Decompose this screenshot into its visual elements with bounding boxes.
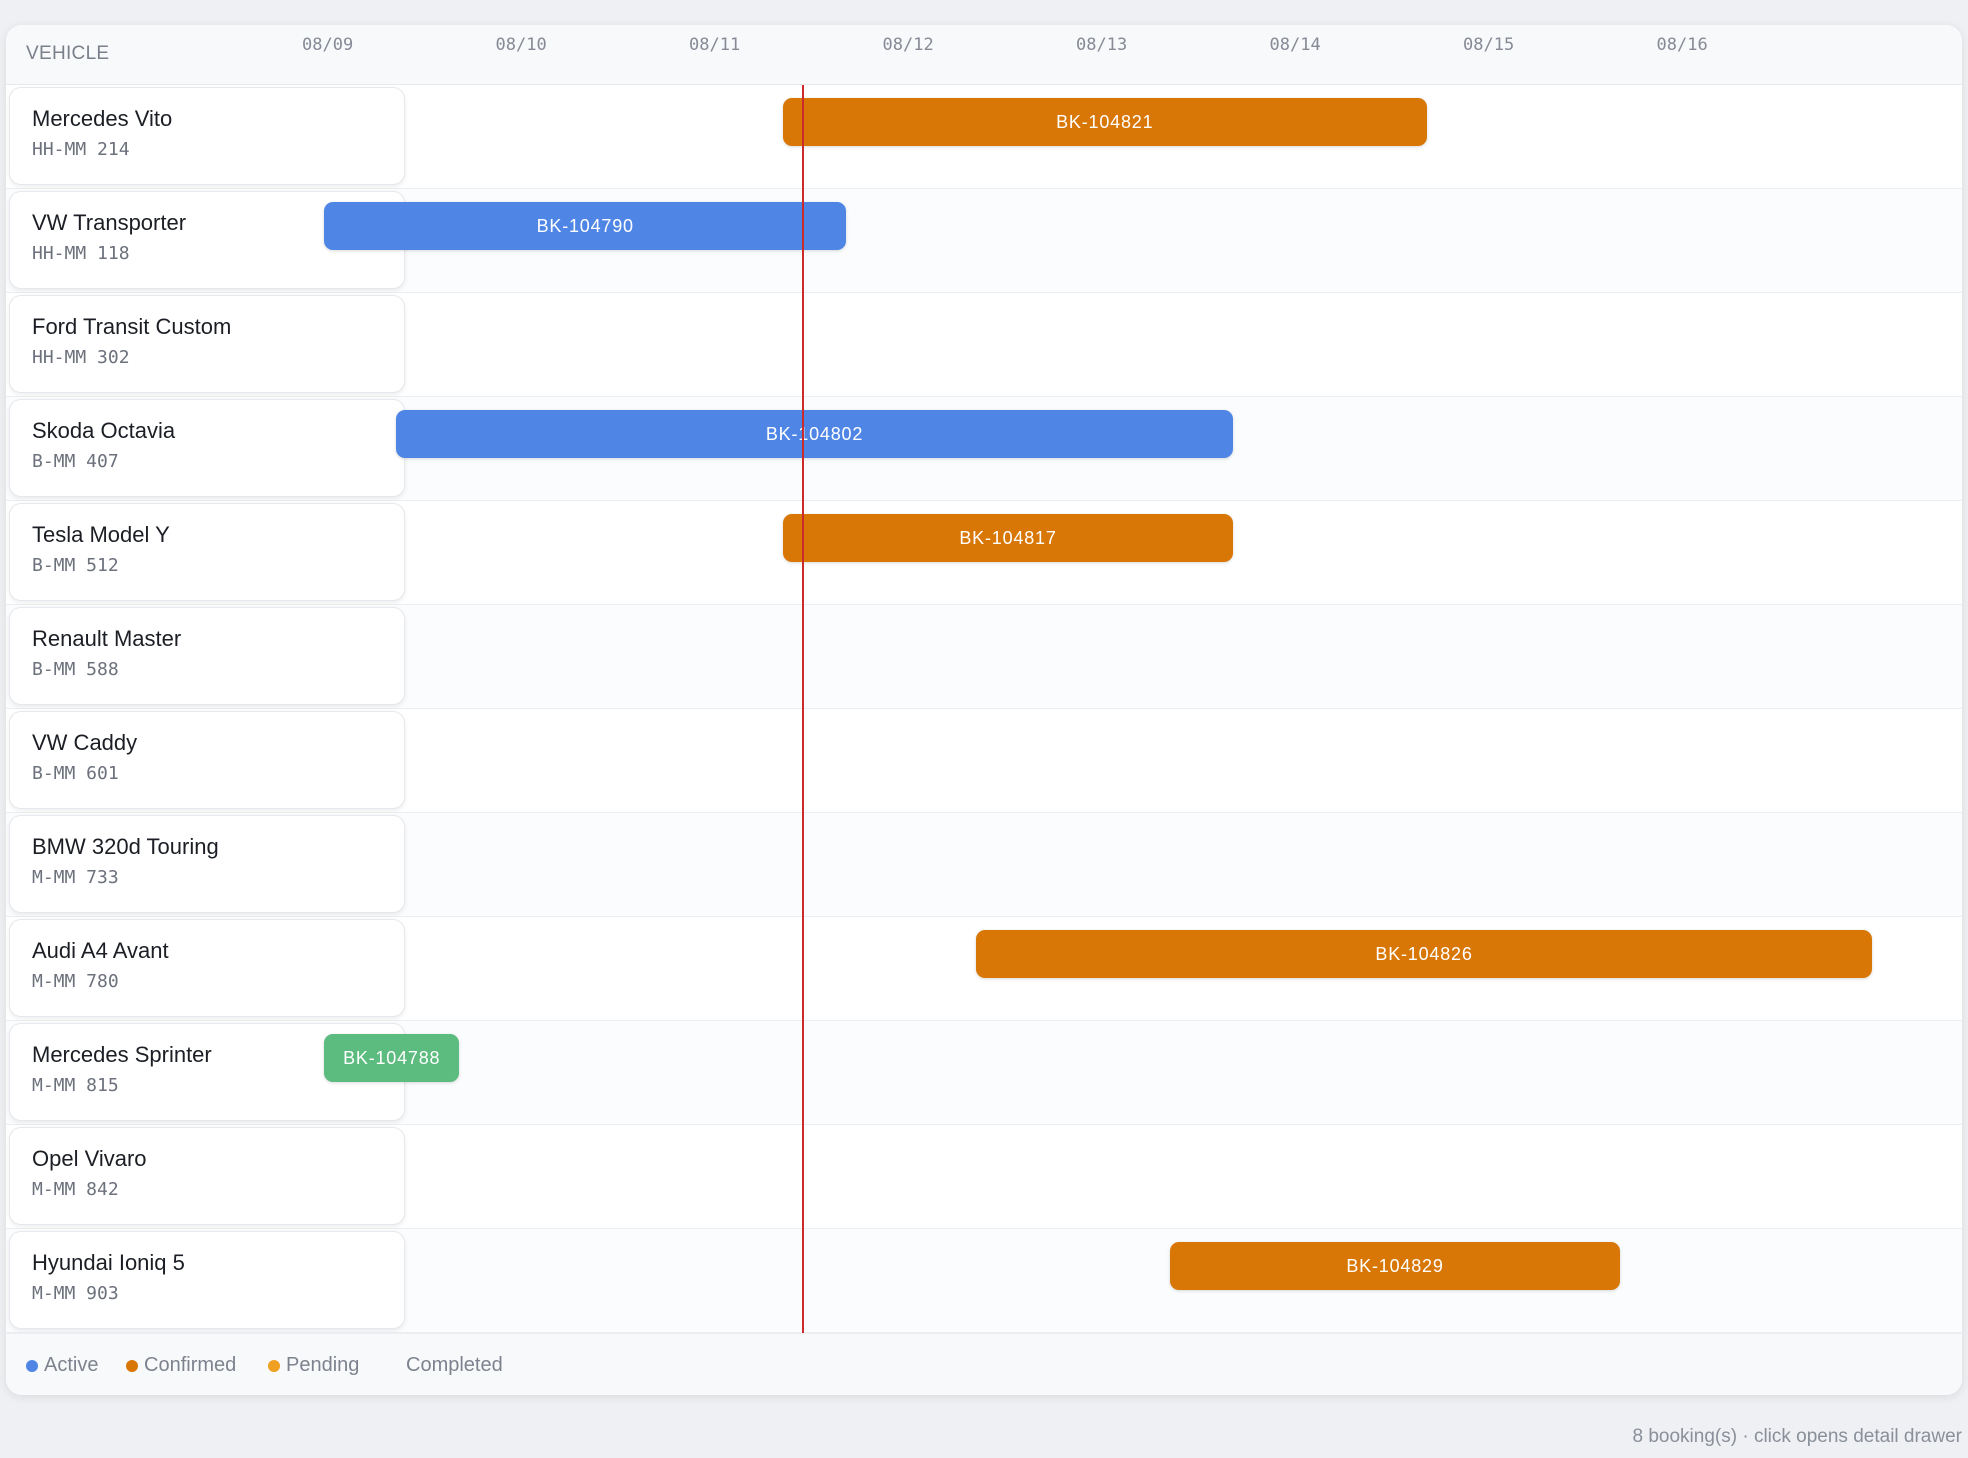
vehicle-card[interactable]: VW Caddy B-MM 601 bbox=[9, 711, 405, 809]
date-tick: 08/16 bbox=[1656, 35, 1708, 55]
vehicle-name: Skoda Octavia bbox=[32, 418, 176, 443]
vehicle-card[interactable]: Audi A4 Avant M-MM 780 bbox=[9, 919, 405, 1017]
legend-dot-icon bbox=[268, 1359, 280, 1372]
booking-bar[interactable]: BK-104802 bbox=[395, 410, 1234, 458]
vehicle-card[interactable]: BMW 320d Touring M-MM 733 bbox=[9, 815, 405, 913]
legend-label: Active bbox=[44, 1354, 99, 1376]
vehicle-name: Audi A4 Avant bbox=[32, 938, 169, 963]
legend-item: Pending bbox=[268, 1354, 359, 1377]
booking-bar[interactable]: BK-104829 bbox=[1169, 1242, 1621, 1290]
vehicle-column-label: VEHICLE bbox=[26, 43, 110, 64]
vehicle-name: Hyundai Ioniq 5 bbox=[32, 1250, 185, 1275]
footer-note: 8 booking(s) · click opens detail drawer bbox=[1632, 1426, 1963, 1447]
vehicle-name: Mercedes Sprinter bbox=[32, 1042, 212, 1067]
booking-timeline-panel: VEHICLE 08/09 08/10 08/11 08/12 08/13 08/14 08… bbox=[6, 25, 1962, 1395]
vehicle-row: Mercedes Sprinter M-MM 815 bbox=[6, 1021, 1962, 1125]
vehicle-plate: M-MM 815 bbox=[32, 1075, 119, 1096]
vehicle-card[interactable]: Skoda Octavia B-MM 407 bbox=[9, 399, 405, 497]
date-tick: 08/13 bbox=[1076, 35, 1128, 55]
date-tick: 08/09 bbox=[302, 35, 354, 55]
legend-dot-icon bbox=[126, 1359, 138, 1372]
vehicle-name: BMW 320d Touring bbox=[32, 834, 219, 859]
timeline-grid: Mercedes Vito HH-MM 214 VW Transporter HH-M… bbox=[6, 85, 1962, 1333]
vehicle-plate: B-MM 588 bbox=[32, 659, 119, 680]
vehicle-row: Hyundai Ioniq 5 M-MM 903 bbox=[6, 1229, 1962, 1333]
vehicle-card[interactable]: Tesla Model Y B-MM 512 bbox=[9, 503, 405, 601]
vehicle-name: Opel Vivaro bbox=[32, 1146, 147, 1171]
date-tick: 08/12 bbox=[882, 35, 934, 55]
booking-bar[interactable]: BK-104788 bbox=[324, 1034, 460, 1082]
legend-item: Active bbox=[26, 1354, 98, 1377]
vehicle-name: Ford Transit Custom bbox=[32, 314, 232, 339]
vehicle-plate: HH-MM 214 bbox=[32, 139, 130, 160]
date-tick: 08/11 bbox=[689, 35, 741, 55]
vehicle-plate: HH-MM 118 bbox=[32, 243, 130, 264]
vehicle-plate: B-MM 407 bbox=[32, 451, 119, 472]
vehicle-row: VW Caddy B-MM 601 bbox=[6, 709, 1962, 813]
legend-item: Completed bbox=[406, 1354, 503, 1377]
vehicle-card[interactable]: Mercedes Vito HH-MM 214 bbox=[9, 87, 405, 185]
vehicle-plate: M-MM 733 bbox=[32, 867, 119, 888]
vehicle-row: Ford Transit Custom HH-MM 302 bbox=[6, 293, 1962, 397]
vehicle-card[interactable]: Opel Vivaro M-MM 842 bbox=[9, 1127, 405, 1225]
date-tick: 08/15 bbox=[1463, 35, 1515, 55]
vehicle-plate: M-MM 842 bbox=[32, 1179, 119, 1200]
vehicle-card[interactable]: Renault Master B-MM 588 bbox=[9, 607, 405, 705]
vehicle-row: BMW 320d Touring M-MM 733 bbox=[6, 813, 1962, 917]
legend-item: Confirmed bbox=[126, 1354, 236, 1377]
vehicle-name: VW Transporter bbox=[32, 210, 187, 235]
legend-dot-icon bbox=[26, 1359, 38, 1372]
vehicle-plate: B-MM 601 bbox=[32, 763, 119, 784]
legend-label: Completed bbox=[406, 1354, 503, 1376]
timeline-header: VEHICLE 08/09 08/10 08/11 08/12 08/13 08/14 08… bbox=[6, 25, 1962, 85]
date-tick: 08/10 bbox=[495, 35, 547, 55]
vehicle-name: Mercedes Vito bbox=[32, 106, 173, 131]
booking-bar[interactable]: BK-104826 bbox=[976, 930, 1872, 978]
legend-label: Confirmed bbox=[144, 1354, 237, 1376]
vehicle-name: VW Caddy bbox=[32, 730, 138, 755]
vehicle-card[interactable]: Ford Transit Custom HH-MM 302 bbox=[9, 295, 405, 393]
booking-bar[interactable]: BK-104790 bbox=[324, 202, 847, 250]
legend-label: Pending bbox=[286, 1354, 360, 1376]
date-tick: 08/14 bbox=[1269, 35, 1321, 55]
vehicle-row: Opel Vivaro M-MM 842 bbox=[6, 1125, 1962, 1229]
vehicle-row: Renault Master B-MM 588 bbox=[6, 605, 1962, 709]
status-legend: Active Confirmed Pending Completed bbox=[6, 1333, 1962, 1395]
vehicle-row: VW Transporter HH-MM 118 bbox=[6, 189, 1962, 293]
vehicle-plate: M-MM 903 bbox=[32, 1283, 119, 1304]
vehicle-name: Renault Master bbox=[32, 626, 182, 651]
vehicle-plate: HH-MM 302 bbox=[32, 347, 130, 368]
booking-bar[interactable]: BK-104817 bbox=[782, 514, 1234, 562]
vehicle-plate: B-MM 512 bbox=[32, 555, 119, 576]
vehicle-card[interactable]: Hyundai Ioniq 5 M-MM 903 bbox=[9, 1231, 405, 1329]
vehicle-name: Tesla Model Y bbox=[32, 522, 170, 547]
vehicle-plate: M-MM 780 bbox=[32, 971, 119, 992]
booking-bar[interactable]: BK-104821 bbox=[782, 98, 1427, 146]
